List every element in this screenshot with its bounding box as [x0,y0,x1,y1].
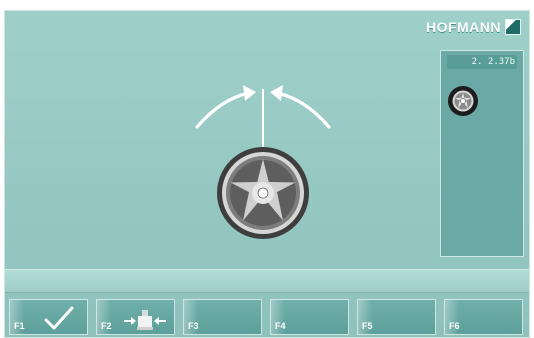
f1-label: F1 [14,321,25,331]
wheel-scene [195,85,331,239]
f4-label: F4 [275,321,286,331]
right-curved-arrow-icon [270,85,331,129]
brand-name: HOFMANN [425,19,501,35]
f1-confirm-button[interactable]: F1 [9,299,88,335]
f5-button[interactable]: F5 [357,299,436,335]
checkmark-icon [44,306,74,330]
f3-button[interactable]: F3 [183,299,262,335]
balancer-centering-icon [124,310,166,330]
f6-label: F6 [449,321,460,331]
f3-label: F3 [188,321,199,331]
alloy-wheel-icon [217,147,309,239]
brand-mark-icon [505,19,521,35]
wheel-icon [448,86,478,116]
function-key-bar: F1 F2 F3 F4 F5 F6 [5,297,529,337]
info-panel: 2. 2.37b [440,50,524,257]
f2-label: F2 [101,321,112,331]
status-bar [5,269,529,293]
balancer-screen: HOFMANN 2. 2.37b F1 F2 F3 F4 F5 F6 [4,10,530,338]
left-curved-arrow-icon [195,85,256,129]
brand-logo: HOFMANN [426,19,521,35]
f6-button[interactable]: F6 [444,299,523,335]
f5-label: F5 [362,321,373,331]
f2-centering-button[interactable]: F2 [96,299,175,335]
info-panel-value: 2. 2.37b [447,55,517,69]
f4-button[interactable]: F4 [270,299,349,335]
